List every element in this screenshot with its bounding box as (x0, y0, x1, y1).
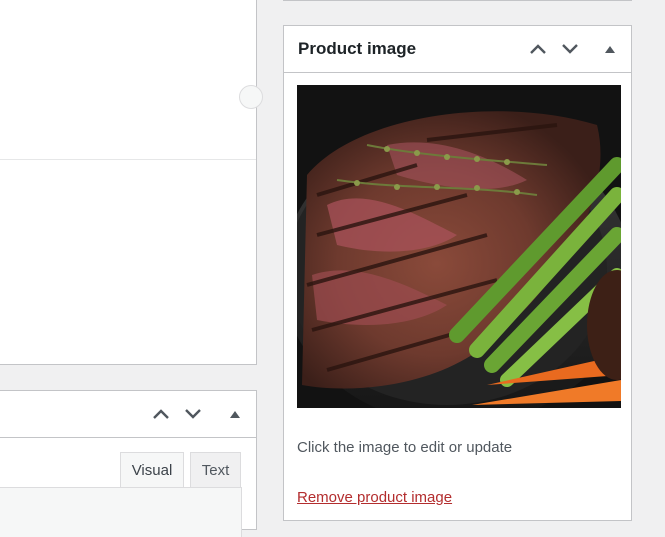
triangle-up-icon (604, 44, 616, 54)
metabox-title: Product image (298, 39, 417, 58)
toggle-panel-button[interactable] (220, 391, 250, 437)
metabox-header (0, 391, 256, 438)
toggle-panel-button[interactable] (595, 26, 625, 72)
editor-toolbar-area[interactable] (0, 487, 242, 537)
triangle-up-icon (229, 409, 241, 419)
edit-image-hint: Click the image to edit or update (297, 439, 513, 456)
chevron-up-icon (529, 43, 547, 55)
product-image-metabox: Product image Click the image to edit or… (283, 25, 632, 521)
move-down-button[interactable] (178, 391, 208, 437)
product-image-thumbnail[interactable] (297, 85, 621, 408)
steak-image (297, 85, 621, 408)
post-editor-panel (0, 0, 263, 365)
metabox-header: Product image (284, 26, 631, 73)
move-up-button[interactable] (146, 391, 176, 437)
resize-handle[interactable] (239, 85, 263, 109)
move-up-button[interactable] (523, 26, 553, 72)
divider (0, 159, 256, 160)
tab-visual[interactable]: Visual (120, 452, 184, 488)
chevron-up-icon (152, 408, 170, 420)
tab-text[interactable]: Text (190, 452, 241, 488)
chevron-down-icon (561, 43, 579, 55)
move-down-button[interactable] (555, 26, 585, 72)
divider (283, 0, 632, 1)
remove-product-image-link[interactable]: Remove product image (297, 489, 452, 506)
chevron-down-icon (184, 408, 202, 420)
